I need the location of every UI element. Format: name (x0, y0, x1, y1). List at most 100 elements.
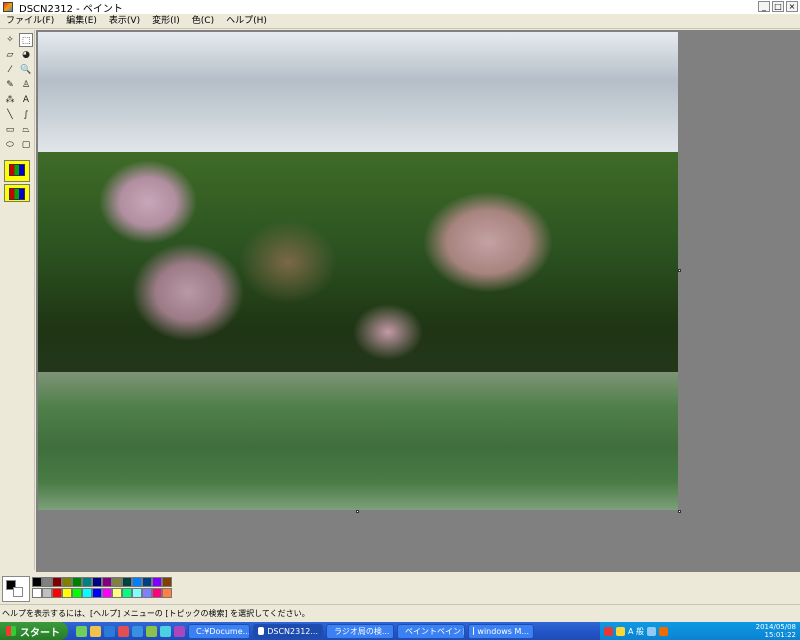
color-picker-tool[interactable]: ⁄ (3, 63, 17, 77)
task-app-icon (473, 627, 475, 635)
background-color-swatch[interactable] (13, 587, 23, 597)
rect-select-tool[interactable]: ⬚ (19, 33, 33, 47)
start-label: スタート (20, 627, 60, 639)
task-label: windows M... (477, 626, 529, 636)
tray-volume-icon[interactable] (647, 626, 657, 636)
menu-colors[interactable]: 色(C) (186, 14, 220, 29)
maximize-button[interactable]: □ (772, 1, 784, 12)
free-select-tool[interactable]: ✧ (3, 33, 17, 47)
start-button[interactable]: スタート (0, 622, 68, 640)
quick-launch-icon[interactable] (160, 625, 171, 637)
palette-swatch[interactable] (162, 588, 172, 598)
palette-swatch[interactable] (112, 588, 122, 598)
clock-time: 15:01:22 (764, 631, 796, 639)
status-text: ヘルプを表示するには、[ヘルプ] メニューの [トピックの検索] を選択してくだ… (2, 609, 310, 618)
palette-swatch[interactable] (142, 588, 152, 598)
palette-swatch[interactable] (152, 577, 162, 587)
airbrush-tool[interactable]: ⁂ (3, 93, 17, 107)
palette-swatch[interactable] (102, 577, 112, 587)
palette-swatch[interactable] (32, 577, 42, 587)
tray-security-icon[interactable] (604, 626, 613, 636)
palette-swatch[interactable] (132, 577, 142, 587)
canvas-workspace[interactable] (36, 30, 800, 572)
task-button[interactable]: C:¥Docume... (188, 623, 250, 639)
polygon-tool[interactable]: ⏢ (19, 123, 33, 137)
palette-swatch[interactable] (92, 588, 102, 598)
minimize-button[interactable]: _ (758, 1, 770, 12)
menu-bar: ファイル(F) 編集(E) 表示(V) 変形(I) 色(C) ヘルプ(H) (0, 14, 800, 29)
resize-handle-right[interactable] (678, 269, 681, 272)
resize-handle-bottom[interactable] (356, 510, 359, 513)
eraser-tool[interactable]: ▱ (3, 48, 17, 62)
palette-swatch[interactable] (62, 588, 72, 598)
palette-swatch[interactable] (42, 588, 52, 598)
palette-swatch[interactable] (162, 577, 172, 587)
palette-swatch[interactable] (52, 577, 62, 587)
title-bar[interactable]: DSCN2312 - ペイント _ □ × (0, 0, 800, 15)
palette-swatch[interactable] (122, 588, 132, 598)
pencil-tool[interactable]: ✎ (3, 78, 17, 92)
palette-swatch[interactable] (82, 588, 92, 598)
task-button[interactable]: ペイントペイント (397, 623, 465, 639)
palette-swatch[interactable] (42, 577, 52, 587)
quick-launch-icon[interactable] (132, 625, 143, 637)
resize-handle-corner[interactable] (678, 510, 681, 513)
rectangle-tool[interactable]: ▭ (3, 123, 17, 137)
palette-swatch[interactable] (122, 577, 132, 587)
current-colors[interactable] (2, 576, 30, 602)
brush-tool[interactable]: ♙ (19, 78, 33, 92)
palette-swatch[interactable] (112, 577, 122, 587)
magnifier-tool[interactable]: 🔍 (19, 63, 33, 77)
menu-view[interactable]: 表示(V) (103, 14, 146, 29)
task-button[interactable]: DSCN2312... (253, 623, 323, 639)
task-app-icon (258, 627, 265, 635)
photo-forest (38, 152, 678, 372)
curve-tool[interactable]: ∫ (19, 108, 33, 122)
menu-image[interactable]: 変形(I) (146, 14, 186, 29)
clock[interactable]: 2014/05/08 15:01:22 (756, 623, 796, 639)
paint-app-icon[interactable] (3, 2, 13, 12)
palette-swatch[interactable] (72, 577, 82, 587)
menu-help[interactable]: ヘルプ(H) (220, 14, 273, 29)
tray-app-icon[interactable] (659, 626, 669, 636)
menu-edit[interactable]: 編集(E) (60, 14, 103, 29)
palette-swatch[interactable] (92, 577, 102, 587)
transparent-option-icon (9, 188, 25, 200)
palette-swatch[interactable] (152, 588, 162, 598)
photo-lake (38, 372, 678, 510)
text-tool[interactable]: A (19, 93, 33, 107)
palette-swatch[interactable] (142, 577, 152, 587)
quick-launch-icon[interactable] (104, 625, 115, 637)
fill-tool[interactable]: ◕ (19, 48, 33, 62)
clock-date: 2014/05/08 (755, 623, 796, 631)
task-button[interactable]: windows M... (468, 623, 534, 639)
palette-swatch[interactable] (72, 588, 82, 598)
menu-file[interactable]: ファイル(F) (0, 14, 60, 29)
tool-option-opaque[interactable] (4, 160, 30, 182)
image-canvas[interactable] (38, 32, 678, 510)
quick-launch-icon[interactable] (174, 625, 185, 637)
window-title: DSCN2312 - ペイント (19, 3, 123, 15)
palette-swatch[interactable] (52, 588, 62, 598)
color-palette (0, 572, 800, 604)
palette-swatch[interactable] (62, 577, 72, 587)
rounded-rect-tool[interactable]: ▢ (19, 138, 33, 152)
palette-swatch[interactable] (82, 577, 92, 587)
window-controls: _ □ × (758, 1, 798, 12)
quick-launch-icon[interactable] (118, 625, 129, 637)
task-button[interactable]: ラジオ局の検... (326, 623, 394, 639)
ime-indicator[interactable]: A 般 (628, 626, 644, 637)
close-button[interactable]: × (786, 1, 798, 12)
tool-option-transparent[interactable] (4, 184, 30, 202)
quick-launch-icon[interactable] (76, 625, 87, 637)
task-label: C:¥Docume... (196, 626, 250, 636)
ellipse-tool[interactable]: ⬭ (3, 138, 17, 152)
palette-swatch[interactable] (32, 588, 42, 598)
task-label: DSCN2312... (267, 626, 318, 636)
palette-swatch[interactable] (102, 588, 112, 598)
palette-swatch[interactable] (132, 588, 142, 598)
tray-network-icon[interactable] (616, 626, 625, 636)
quick-launch-icon[interactable] (90, 625, 101, 637)
line-tool[interactable]: ╲ (3, 108, 17, 122)
quick-launch-icon[interactable] (146, 625, 157, 637)
